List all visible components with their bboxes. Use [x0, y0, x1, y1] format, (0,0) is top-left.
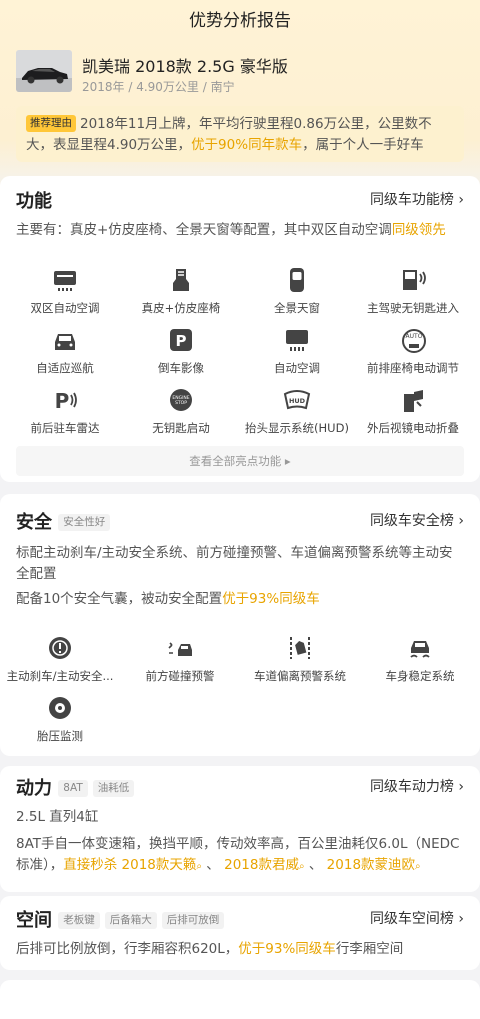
svg-text:STOP: STOP	[175, 400, 187, 406]
adaptive-cruise-icon	[55, 334, 75, 350]
leather-seat-icon	[173, 269, 189, 291]
function-rank-link[interactable]: 同级车功能榜 ›	[370, 189, 464, 209]
safety-item[interactable]: 主动刹车/主动安全...	[0, 634, 120, 684]
feature-item[interactable]: 全景天窗	[237, 266, 357, 316]
svg-text:P: P	[176, 332, 187, 350]
mirror-fold-icon	[404, 390, 423, 412]
feature-item[interactable]: 主驾驶无钥匙进入	[353, 266, 473, 316]
power-rank-link[interactable]: 同级车动力榜 ›	[370, 776, 464, 796]
safety-airbag-desc: 配备10个安全气囊，被动安全配置优于93%同级车	[16, 589, 464, 610]
feature-item[interactable]: AUTO 前排座椅电动调节	[353, 326, 473, 376]
space-card: 空间 老板键 后备箱大 后排可放倒 同级车空间榜 › 后排可比例放倒，行李厢容积62…	[0, 896, 480, 970]
collision-warning-icon	[168, 642, 192, 656]
feature-item[interactable]: 外后视镜电动折叠	[353, 386, 473, 436]
feature-item[interactable]: HUD 抬头显示系统(HUD)	[237, 386, 357, 436]
safety-title-row: 安全 安全性好	[16, 508, 115, 534]
function-desc: 主要有：真皮+仿皮座椅、全景天窗等配置，其中双区自动空调同级领先	[16, 220, 464, 241]
search-icon: ⌕	[415, 861, 421, 872]
page-title: 优势分析报告	[189, 11, 291, 31]
compare-link-mondeo[interactable]: 2018款蒙迪欧	[327, 857, 415, 873]
feature-item[interactable]: P 倒车影像	[121, 326, 241, 376]
separator: 、	[304, 857, 327, 873]
safety-item[interactable]: 前方碰撞预警	[120, 634, 240, 684]
active-brake-icon	[49, 637, 71, 659]
space-tag: 老板键	[58, 912, 100, 929]
safety-tag: 安全性好	[58, 514, 111, 531]
engine-spec: 2.5L 直列4缸	[16, 809, 99, 825]
reason-highlight: 优于90%同年款车	[191, 137, 303, 153]
space-desc: 后排可比例放倒，行李厢容积620L，优于93%同级车行李厢空间	[16, 939, 464, 960]
power-tag: 油耗低	[92, 780, 135, 797]
space-title-row: 空间 老板键 后备箱大 后排可放倒	[16, 906, 229, 932]
safety-title: 安全	[16, 512, 52, 533]
recommend-tag: 推荐理由	[26, 115, 76, 132]
svg-text:HUD: HUD	[289, 397, 306, 405]
recommend-reason: 推荐理由 2018年11月上牌，年平均行驶里程0.86万公里，公里数不大，表显里程…	[16, 106, 464, 162]
safety-card: 安全 安全性好 同级车安全榜 › 标配主动刹车/主动安全系统、前方碰撞预警、车道…	[0, 494, 480, 756]
reason-text-tail: ，属于个人一手好车	[302, 137, 424, 153]
reverse-camera-icon: P	[170, 329, 192, 351]
feature-item[interactable]: 自适应巡航	[5, 326, 125, 376]
compare-link-tianlai[interactable]: 直接秒杀 2018款天籁	[63, 857, 196, 873]
safety-airbag-text: 配备10个安全气囊，被动安全配置	[16, 591, 223, 607]
car-title: 凯美瑞 2018款 2.5G 豪华版	[82, 57, 288, 76]
car-summary: 凯美瑞 2018款 2.5G 豪华版 2018年 / 4.90万公里 / 南宁	[16, 50, 464, 96]
power-title-row: 动力 8AT 油耗低	[16, 774, 139, 800]
safety-item[interactable]: 胎压监测	[0, 694, 120, 744]
svg-text:P: P	[55, 389, 70, 413]
space-desc-text: 后排可比例放倒，行李厢容积620L，	[16, 941, 239, 957]
feature-item[interactable]: ENGINE STOP 无钥匙启动	[121, 386, 241, 436]
compare-link-junwei[interactable]: 2018款君威	[224, 857, 299, 873]
panoramic-sunroof-icon	[290, 268, 304, 292]
space-title: 空间	[16, 910, 52, 931]
keyless-start-icon: ENGINESTOP	[170, 389, 192, 411]
feature-item[interactable]: P 前后驻车雷达	[5, 386, 125, 436]
safety-desc: 标配主动刹车/主动安全系统、前方碰撞预警、车道偏离预警系统等主动安全配置	[16, 545, 453, 582]
space-tag: 后排可放倒	[161, 912, 225, 929]
power-seat-icon: AUTO	[402, 329, 426, 353]
function-desc-text: 主要有：真皮+仿皮座椅、全景天窗等配置，其中双区自动空调	[16, 222, 392, 238]
separator: 、	[202, 857, 225, 873]
car-meta: 2018年 / 4.90万公里 / 南宁	[82, 80, 235, 94]
view-all-features-button[interactable]: 查看全部亮点功能 ▸	[16, 446, 464, 476]
space-desc-highlight: 优于93%同级车	[238, 941, 336, 957]
tire-pressure-icon	[49, 697, 71, 719]
space-tag: 后备箱大	[104, 912, 157, 929]
power-desc: 8AT手自一体变速箱，换挡平顺，传动效率高，百公里油耗仅6.0L（NEDC标准）…	[16, 834, 464, 877]
power-title: 动力	[16, 778, 52, 799]
power-card: 动力 8AT 油耗低 同级车动力榜 › 2.5L 直列4缸 8AT手自一体变速箱，…	[0, 766, 480, 892]
feature-item[interactable]: 真皮+仿皮座椅	[121, 266, 241, 316]
feature-item[interactable]: 自动空调	[237, 326, 357, 376]
space-rank-link[interactable]: 同级车空间榜 ›	[370, 908, 464, 928]
stability-control-icon	[410, 641, 430, 658]
auto-ac-icon	[286, 330, 308, 351]
car-thumbnail	[16, 50, 72, 92]
dual-zone-ac-icon	[54, 271, 76, 291]
svg-text:AUTO: AUTO	[406, 333, 423, 340]
feature-item[interactable]: 双区自动空调	[5, 266, 125, 316]
hud-icon: HUD	[283, 390, 311, 410]
function-title: 功能	[16, 191, 52, 212]
power-tag: 8AT	[58, 780, 88, 797]
function-card: 功能 同级车功能榜 › 主要有：真皮+仿皮座椅、全景天窗等配置，其中双区自动空调…	[0, 176, 480, 482]
safety-airbag-highlight: 优于93%同级车	[222, 591, 320, 607]
parking-radar-icon: P	[55, 389, 77, 413]
safety-item[interactable]: 车道偏离预警系统	[240, 634, 360, 684]
next-card-peek	[0, 980, 480, 1019]
safety-rank-link[interactable]: 同级车安全榜 ›	[370, 510, 464, 530]
function-desc-highlight: 同级领先	[391, 222, 446, 238]
keyless-entry-icon	[403, 270, 426, 290]
lane-departure-icon	[290, 637, 310, 659]
space-desc-tail: 行李厢空间	[335, 941, 404, 957]
safety-item[interactable]: 车身稳定系统	[360, 634, 480, 684]
